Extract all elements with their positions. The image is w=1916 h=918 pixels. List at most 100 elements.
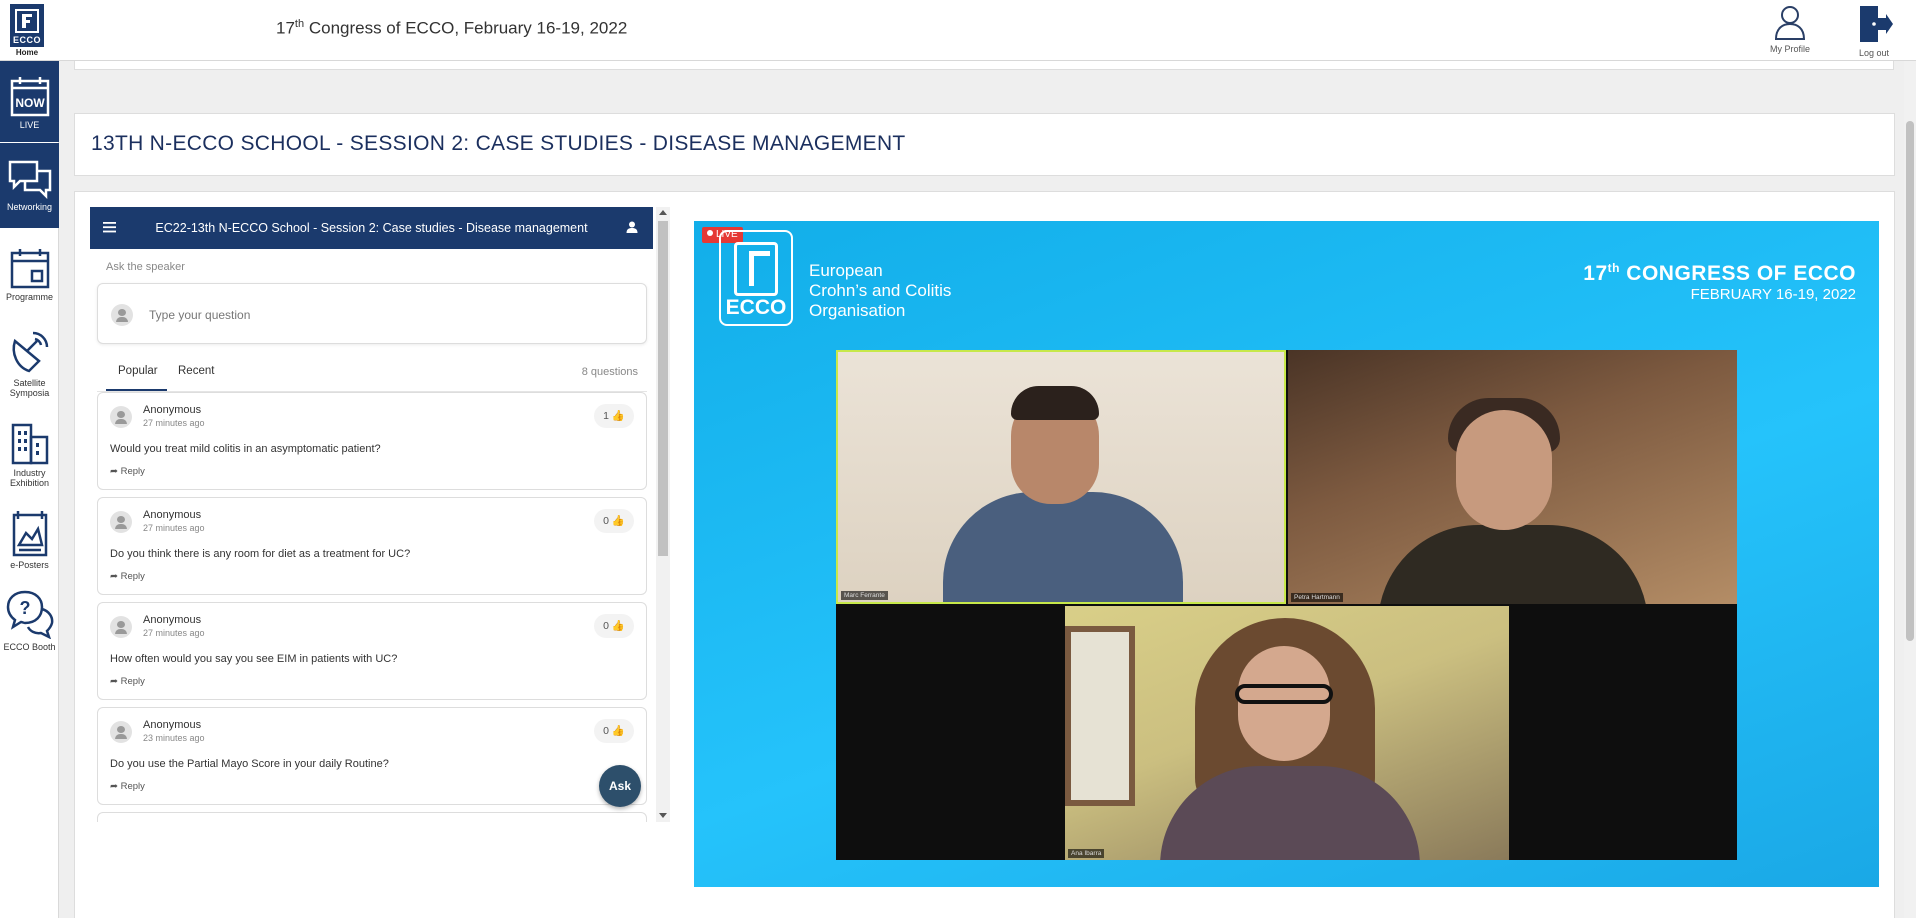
sidebar-item-e-posters[interactable]: e-Posters [0,509,59,570]
sidebar-item-networking[interactable]: Networking [0,143,59,228]
question-input-placeholder: Type your question [149,308,251,322]
congress-rest: CONGRESS OF ECCO [1619,262,1856,285]
question-text: Do you think there is any room for diet … [110,548,411,560]
qa-topbar: EC22-13th N-ECCO School - Session 2: Cas… [90,207,653,249]
reply-arrow-icon: ➦ [110,571,118,582]
vote-count: 0 [603,620,609,632]
speaker-head [1456,410,1552,530]
question-text: How often would you say you see EIM in p… [110,653,398,665]
reply-label: Reply [120,676,145,687]
speaker-video-grid: Marc Ferrante Petra Hartmann Ana Ibarra [836,350,1737,860]
upvote-button[interactable]: 0 👍 [594,509,634,533]
reply-button[interactable]: ➦ Reply [110,676,145,687]
avatar-icon [110,406,132,428]
speaker-feed: Petra Hartmann [1288,350,1737,604]
question-input[interactable]: Type your question [97,283,647,344]
speaker-name-label: Marc Ferrante [841,591,888,600]
question-author: Anonymous [143,614,202,626]
sidebar-item-satellite-symposia[interactable]: Satellite Symposia [0,329,59,398]
congress-dates: FEBRUARY 16-19, 2022 [1690,286,1856,303]
avatar-icon [110,616,132,638]
thumbs-up-icon: 👍 [611,725,625,737]
session-header-box: 13TH N-ECCO SCHOOL - SESSION 2: CASE STU… [74,113,1895,176]
avatar-icon [111,304,133,326]
reply-button[interactable]: ➦ Reply [110,466,145,477]
vote-count: 1 [603,410,609,422]
satellite-dish-icon [12,331,48,373]
video-player[interactable]: LIVE ECCO European Crohn’s and Colitis O… [694,221,1879,887]
sidebar-label-industry-exhibition: Industry Exhibition [9,468,50,488]
thumbs-up-icon: 👍 [611,515,625,527]
session-title: 13TH N-ECCO SCHOOL - SESSION 2: CASE STU… [91,132,906,155]
speaker-name-label: Petra Hartmann [1291,593,1343,602]
live-dot-icon [707,230,713,236]
scroll-up-arrow-icon[interactable] [659,210,667,215]
home-label: Home [15,48,39,57]
question-card: Anonymous 27 minutes ago 0 👍 Do you thin… [97,497,647,595]
ask-button[interactable]: Ask [599,765,641,807]
now-calendar-icon: NOW [10,77,49,117]
avatar-icon [110,721,132,743]
congress-sup: th [1607,261,1620,275]
conference-title: 17th Congress of ECCO, February 16-19, 2… [276,18,627,39]
upvote-button[interactable]: 1 👍 [594,404,634,428]
conference-title-sup: th [294,18,305,30]
svg-text:?: ? [19,598,30,618]
thumbs-up-icon: 👍 [611,410,625,422]
sidebar-label-ecco-booth: ECCO Booth [3,642,56,652]
page-scroll-thumb[interactable] [1906,121,1914,641]
question-time: 23 minutes ago [143,733,205,743]
reply-arrow-icon: ➦ [110,676,118,687]
reply-label: Reply [120,466,145,477]
sidebar-item-live[interactable]: NOW LIVE [0,61,59,142]
reply-arrow-icon: ➦ [110,466,118,477]
question-card [97,812,647,822]
speaker-silhouette [1378,525,1648,604]
reply-label: Reply [120,781,145,792]
sidebar-item-industry-exhibition[interactable]: Industry Exhibition [0,421,59,488]
qa-scroll-thumb[interactable] [658,221,668,556]
logout-door-icon [1860,6,1893,42]
speaker-feed: Marc Ferrante [836,350,1286,604]
background-window [1065,626,1135,806]
question-count: 8 questions [581,366,638,378]
chat-question-icon: ? [6,590,53,639]
question-card: Anonymous 27 minutes ago 1 👍 Would you t… [97,392,647,490]
speaker-silhouette [943,492,1183,602]
reply-button[interactable]: ➦ Reply [110,571,145,582]
congress-title: 17th CONGRESS OF ECCO [1583,261,1856,286]
sidebar-item-ecco-booth[interactable]: ? ECCO Booth [0,589,59,652]
sidebar-item-programme[interactable]: Programme [0,247,59,302]
ecco-logo-text: ECCO [725,296,787,319]
top-header: ECCO Home 17th Congress of ECCO, Februar… [0,0,1916,61]
upvote-button[interactable]: 0 👍 [594,614,634,638]
now-text: NOW [15,96,45,110]
qa-panel: EC22-13th N-ECCO School - Session 2: Cas… [90,207,670,822]
question-time: 27 minutes ago [143,628,205,638]
scroll-down-arrow-icon[interactable] [659,813,667,818]
home-logo-text: ECCO [12,35,41,45]
sidebar-label-programme: Programme [5,292,53,302]
question-text: Do you use the Partial Mayo Score in you… [110,758,389,770]
page-scrollbar[interactable] [1904,61,1916,918]
logout-button[interactable]: Log out [1844,4,1904,58]
left-sidebar: NOW LIVE Networking Programme Satellite … [0,61,59,918]
calendar-icon [10,249,49,289]
conference-title-rest: Congress of ECCO, February 16-19, 2022 [304,18,628,38]
vote-count: 0 [603,725,609,737]
reply-button[interactable]: ➦ Reply [110,781,145,792]
chat-bubbles-icon [8,160,51,199]
my-profile-button[interactable]: My Profile [1760,4,1820,54]
qa-scrollbar[interactable] [656,207,670,822]
ecco-logo: ECCO [719,230,793,326]
thumbs-up-icon: 👍 [611,620,625,632]
tab-popular[interactable]: Popular [118,365,158,377]
question-time: 27 minutes ago [143,418,205,428]
qa-event-title: EC22-13th N-ECCO School - Session 2: Cas… [155,221,588,235]
speaker-glasses [1235,684,1333,704]
home-logo-button[interactable]: ECCO Home [9,4,45,57]
user-icon[interactable] [625,220,639,234]
upvote-button[interactable]: 0 👍 [594,719,634,743]
user-profile-icon [1774,6,1806,40]
tab-recent[interactable]: Recent [178,365,214,377]
